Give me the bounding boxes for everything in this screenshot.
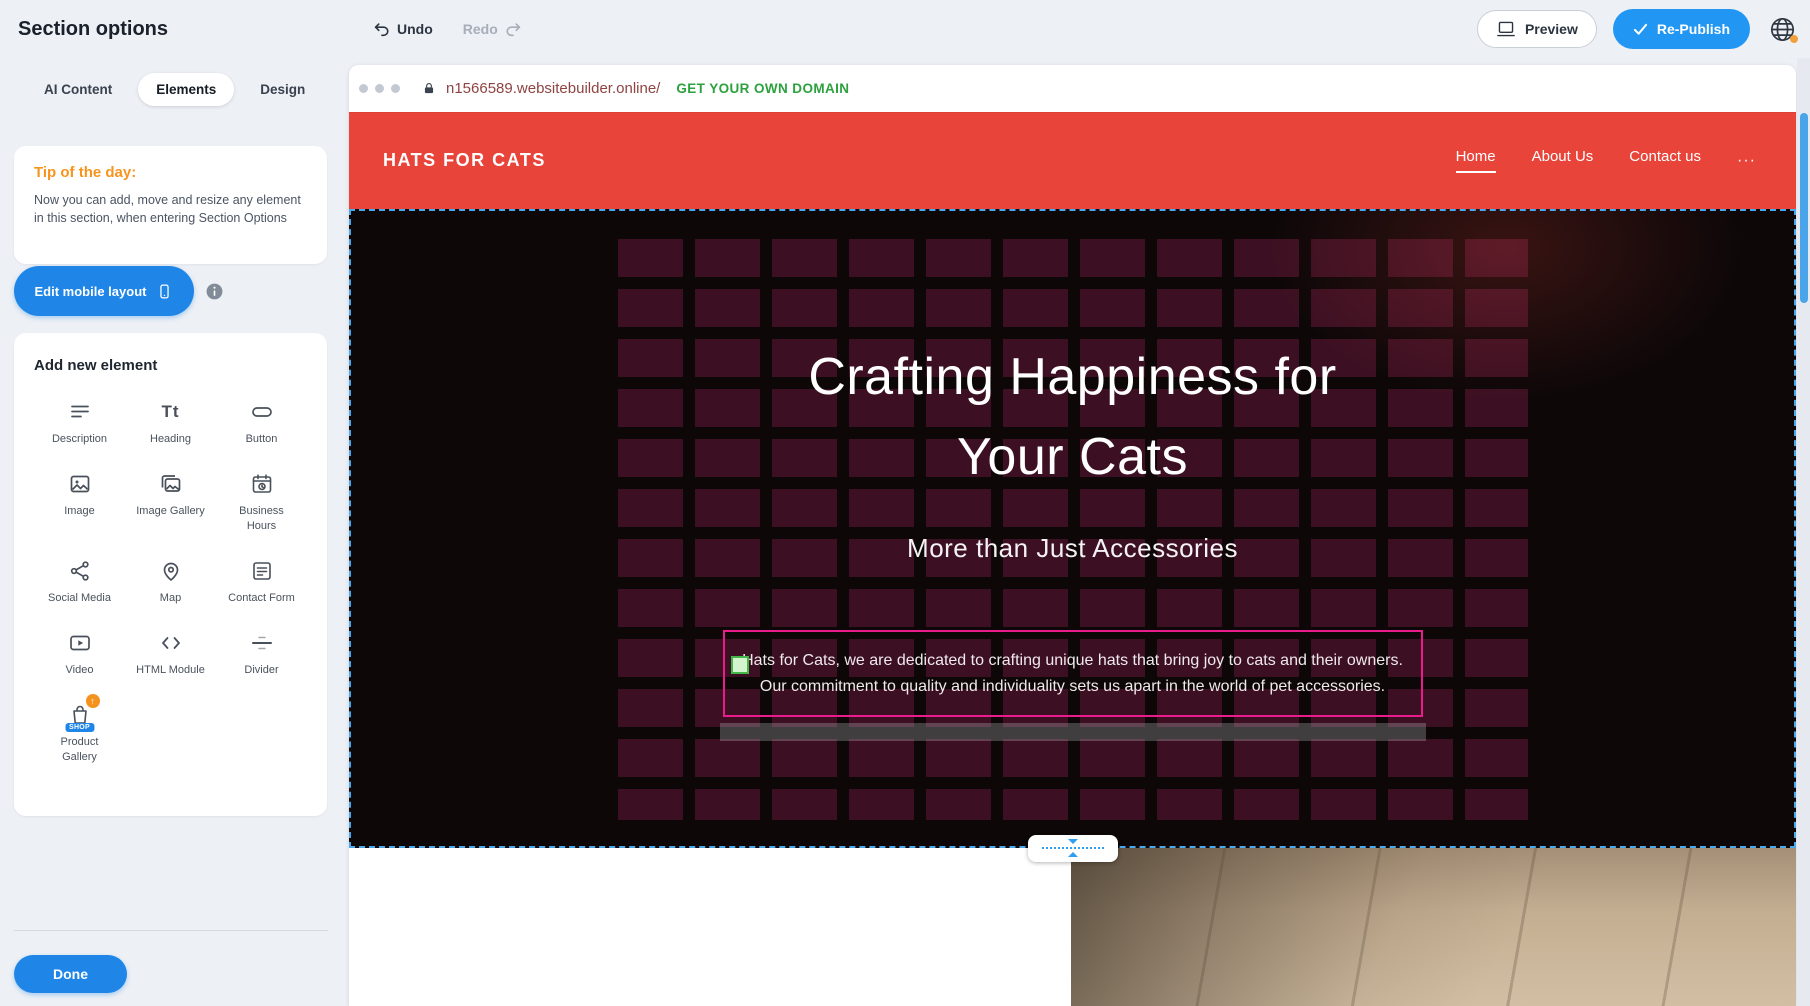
site-logo[interactable]: HATS FOR CATS [383, 150, 546, 171]
site-header: HATS FOR CATS Home About Us Contact us ·… [349, 112, 1796, 209]
sidebar-divider [14, 930, 328, 931]
site-url: n1566589.websitebuilder.online/ [446, 80, 660, 97]
nav-item-home[interactable]: Home [1456, 148, 1496, 173]
site-preview-window: n1566589.websitebuilder.online/ GET YOUR… [349, 65, 1796, 1006]
undo-redo-group: Undo Redo [372, 20, 523, 38]
check-icon [1633, 23, 1648, 36]
social-media-icon [68, 557, 92, 585]
element-item-divider[interactable]: Divider [216, 623, 307, 683]
language-globe-button[interactable] [1766, 13, 1798, 45]
element-item-contact-form[interactable]: Contact Form [216, 551, 307, 611]
hero-section[interactable]: Crafting Happiness for Your Cats More th… [349, 209, 1796, 848]
hero-content: Crafting Happiness for Your Cats More th… [349, 209, 1796, 848]
scrollbar-thumb[interactable] [1800, 113, 1808, 303]
add-element-title: Add new element [34, 357, 307, 374]
element-item-button[interactable]: Button [216, 392, 307, 452]
tip-title: Tip of the day: [34, 164, 307, 181]
element-item-html-module[interactable]: HTML Module [125, 623, 216, 683]
dotted-drag-line [1042, 847, 1104, 849]
hero-subheading[interactable]: More than Just Accessories [907, 533, 1238, 564]
done-button[interactable]: Done [14, 955, 127, 993]
site-nav: Home About Us Contact us ··· [1456, 148, 1756, 173]
element-resize-handle[interactable] [731, 656, 749, 674]
phone-icon [156, 283, 173, 300]
notification-dot [1790, 35, 1798, 43]
element-item-video[interactable]: Video [34, 623, 125, 683]
element-item-description[interactable]: Description [34, 392, 125, 452]
redo-label: Redo [463, 21, 498, 37]
button-icon [250, 398, 274, 426]
section-resize-handle[interactable] [1028, 835, 1118, 862]
window-control-dots [359, 84, 400, 93]
info-icon[interactable] [205, 282, 224, 301]
element-item-business-hours[interactable]: Business Hours [216, 464, 307, 539]
element-placeholder-band [720, 723, 1426, 741]
description-icon [68, 398, 92, 426]
shop-badge: SHOP [65, 723, 94, 732]
element-item-product-gallery[interactable]: SHOP ↑ Product Gallery [34, 695, 125, 770]
app-root: Section options Undo Redo Preview [0, 0, 1810, 1006]
add-element-panel: Add new element Description Tt Heading [14, 333, 327, 816]
next-section[interactable] [349, 848, 1796, 1006]
selected-text-element[interactable]: Hats for Cats, we are dedicated to craft… [723, 630, 1423, 717]
scrollbar-track [1797, 58, 1810, 1006]
republish-label: Re-Publish [1657, 21, 1730, 37]
republish-button[interactable]: Re-Publish [1613, 9, 1750, 49]
element-item-map[interactable]: Map [125, 551, 216, 611]
element-grid: Description Tt Heading Button [34, 392, 307, 770]
preview-button[interactable]: Preview [1477, 10, 1597, 48]
get-own-domain-link[interactable]: GET YOUR OWN DOMAIN [676, 81, 849, 96]
tab-elements[interactable]: Elements [138, 73, 234, 106]
hero-paragraph[interactable]: Hats for Cats, we are dedicated to craft… [737, 648, 1409, 699]
element-item-image-gallery[interactable]: Image Gallery [125, 464, 216, 539]
divider-icon [250, 629, 274, 657]
sidebar-tabs: AI Content Elements Design [26, 73, 323, 106]
tip-body: Now you can add, move and resize any ele… [34, 191, 307, 227]
business-hours-icon [250, 470, 274, 498]
edit-mobile-label: Edit mobile layout [35, 284, 147, 299]
image-icon [68, 470, 92, 498]
undo-button[interactable]: Undo [372, 20, 433, 38]
map-icon [159, 557, 183, 585]
nav-more-icon[interactable]: ··· [1737, 152, 1756, 170]
arrow-up-icon [1067, 851, 1079, 858]
product-gallery-icon: SHOP ↑ [68, 701, 92, 729]
hero-heading-line2: Your Cats [808, 417, 1336, 497]
contact-form-icon [250, 557, 274, 585]
element-item-social-media[interactable]: Social Media [34, 551, 125, 611]
hero-heading-line1: Crafting Happiness for [808, 337, 1336, 417]
hero-heading[interactable]: Crafting Happiness for Your Cats [808, 337, 1336, 497]
page-title: Section options [18, 18, 168, 41]
preview-icon [1496, 20, 1516, 38]
element-item-heading[interactable]: Tt Heading [125, 392, 216, 452]
tab-ai-content[interactable]: AI Content [26, 73, 130, 106]
html-module-icon [159, 629, 183, 657]
redo-button[interactable]: Redo [463, 20, 523, 38]
topbar-actions: Preview Re-Publish [1477, 9, 1798, 49]
video-icon [68, 629, 92, 657]
heading-icon: Tt [161, 398, 179, 426]
tip-card: Tip of the day: Now you can add, move an… [14, 146, 327, 264]
nav-item-about[interactable]: About Us [1532, 148, 1594, 173]
done-label: Done [53, 966, 88, 982]
browser-chrome-bar: n1566589.websitebuilder.online/ GET YOUR… [349, 65, 1796, 112]
image-gallery-icon [159, 470, 183, 498]
undo-icon [372, 20, 390, 38]
undo-label: Undo [397, 21, 433, 37]
arrow-down-icon [1067, 838, 1079, 845]
preview-label: Preview [1525, 21, 1578, 37]
pavement-photo [1071, 848, 1796, 1006]
sidebar: AI Content Elements Design Tip of the da… [0, 58, 348, 1006]
tab-design[interactable]: Design [242, 73, 323, 106]
upgrade-badge: ↑ [86, 694, 100, 708]
topbar: Section options Undo Redo Preview [0, 0, 1810, 58]
nav-item-contact[interactable]: Contact us [1629, 148, 1701, 173]
element-item-image[interactable]: Image [34, 464, 125, 539]
lock-icon [422, 81, 436, 96]
redo-icon [505, 20, 523, 38]
edit-mobile-layout-button[interactable]: Edit mobile layout [14, 266, 194, 316]
